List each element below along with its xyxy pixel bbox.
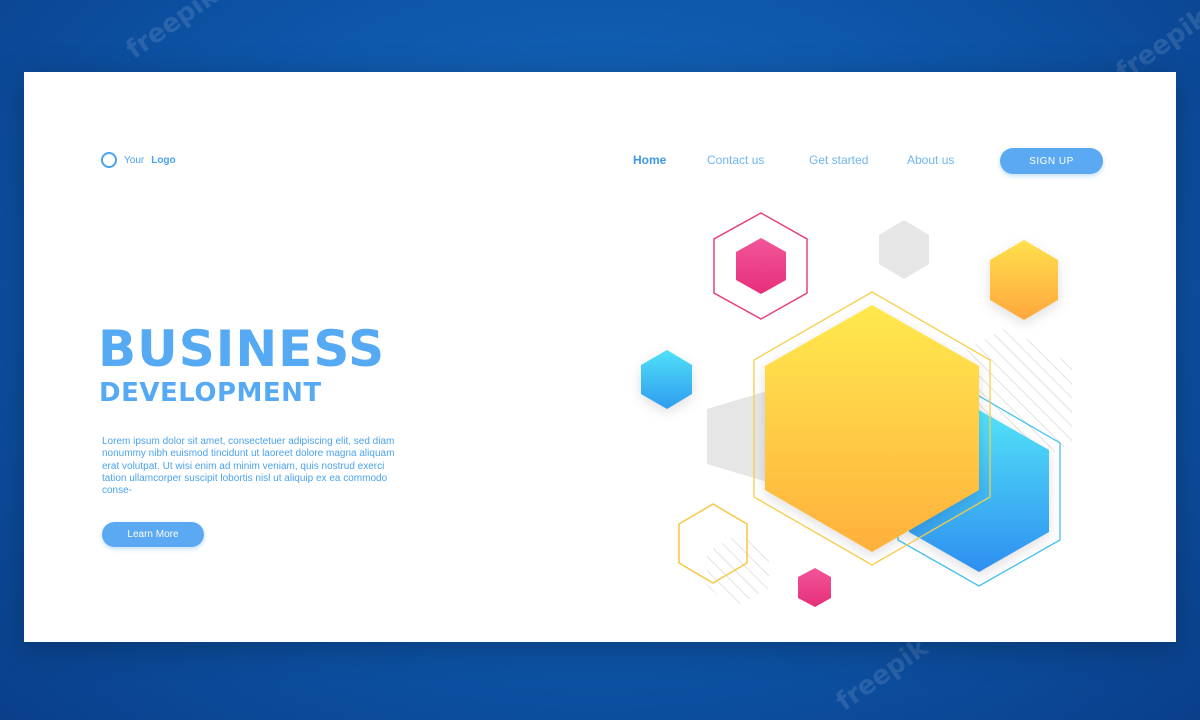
- hexagon-illustration: [641, 212, 1072, 607]
- pink-hexagon: [736, 238, 786, 294]
- watermark: freepik: [120, 0, 224, 66]
- pink-hexagon: [798, 568, 831, 607]
- watermark: freepik: [830, 632, 934, 718]
- cyan-hexagon: [641, 350, 692, 409]
- hatched-hexagon-decoration: [707, 534, 769, 606]
- orange-hexagon: [990, 240, 1058, 320]
- landing-page-card: Your Logo Home Contact us Get started Abo…: [24, 72, 1176, 642]
- gray-hexagon: [879, 220, 929, 279]
